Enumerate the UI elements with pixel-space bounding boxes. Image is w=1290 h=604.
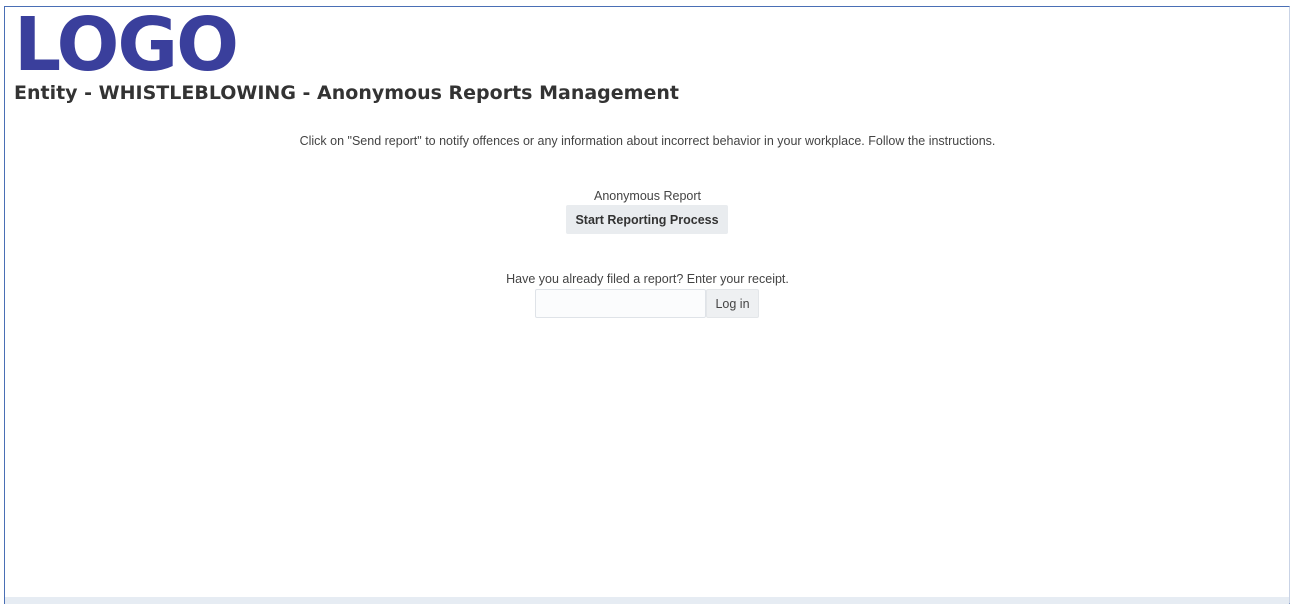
login-button[interactable]: Log in: [706, 289, 759, 318]
start-reporting-button[interactable]: Start Reporting Process: [566, 205, 728, 234]
logo: LOGO: [14, 2, 239, 88]
receipt-input[interactable]: [535, 289, 706, 318]
anonymous-report-label: Anonymous Report: [593, 189, 701, 203]
receipt-prompt: Have you already filed a report? Enter y…: [506, 272, 789, 286]
intro-text: Click on "Send report" to notify offence…: [299, 134, 996, 148]
page-title: Entity - WHISTLEBLOWING - Anonymous Repo…: [14, 82, 679, 104]
bottom-bar: [5, 597, 1289, 604]
